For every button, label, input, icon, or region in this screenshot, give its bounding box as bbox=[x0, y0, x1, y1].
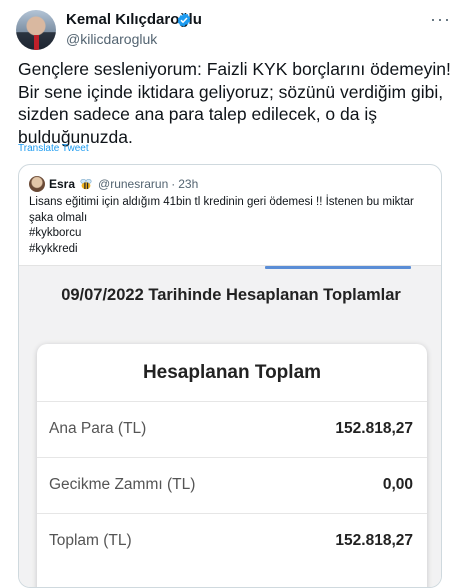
quoted-author-avatar bbox=[29, 176, 45, 192]
image-scrollbar bbox=[265, 266, 411, 269]
calculation-heading: 09/07/2022 Tarihinde Hesaplanan Toplamla… bbox=[61, 286, 401, 304]
tweet-header: Kemal Kılıçdaroğlu @kilicdarogluk ··· bbox=[16, 10, 450, 50]
bee-icon bbox=[80, 179, 92, 190]
row-label: Ana Para (TL) bbox=[49, 420, 147, 437]
verified-badge-icon bbox=[177, 13, 191, 27]
result-row-principal: Ana Para (TL) 152.818,27 bbox=[37, 401, 427, 457]
hashtag-kykborcu[interactable]: #kykborcu bbox=[29, 226, 433, 242]
calculation-card: Hesaplanan Toplam Ana Para (TL) 152.818,… bbox=[37, 344, 427, 587]
author-handle[interactable]: @kilicdarogluk bbox=[66, 31, 157, 47]
hashtag-kykkredi[interactable]: #kykkredi bbox=[29, 242, 433, 258]
row-label: Gecikme Zammı (TL) bbox=[49, 476, 196, 493]
quoted-author-name: Esra bbox=[49, 177, 76, 191]
result-row-total: Toplam (TL) 152.818,27 bbox=[37, 513, 427, 569]
quoted-tweet-line: Lisans eğitimi için aldığım 41bin tl kre… bbox=[29, 196, 414, 224]
translate-tweet-link[interactable]: Translate Tweet bbox=[18, 143, 89, 154]
quoted-author-handle: @runesrarun bbox=[98, 177, 169, 191]
calculation-card-title: Hesaplanan Toplam bbox=[142, 362, 322, 383]
separator-dot: · bbox=[171, 177, 176, 191]
tweet-text: Gençlere sesleniyorum: Faizli KYK borçla… bbox=[18, 59, 451, 147]
quoted-tweet[interactable]: Esra @runesrarun · 23h Lisans eğitimi iç… bbox=[18, 164, 442, 588]
quoted-tweet-image[interactable]: 09/07/2022 Tarihinde Hesaplanan Toplamla… bbox=[19, 265, 441, 587]
row-value: 152.818,27 bbox=[335, 532, 413, 549]
more-horizontal-icon[interactable]: ··· bbox=[430, 10, 450, 32]
row-label: Toplam (TL) bbox=[49, 532, 132, 549]
result-row-late-fee: Gecikme Zammı (TL) 0,00 bbox=[37, 457, 427, 513]
row-value: 152.818,27 bbox=[335, 420, 413, 437]
author-avatar[interactable] bbox=[16, 10, 56, 50]
row-value: 0,00 bbox=[382, 476, 413, 493]
quoted-tweet-time: 23h bbox=[178, 177, 199, 191]
quoted-tweet-text: Lisans eğitimi için aldığım 41bin tl kre… bbox=[29, 195, 433, 257]
quoted-tweet-header: Esra @runesrarun · 23h bbox=[29, 175, 198, 193]
